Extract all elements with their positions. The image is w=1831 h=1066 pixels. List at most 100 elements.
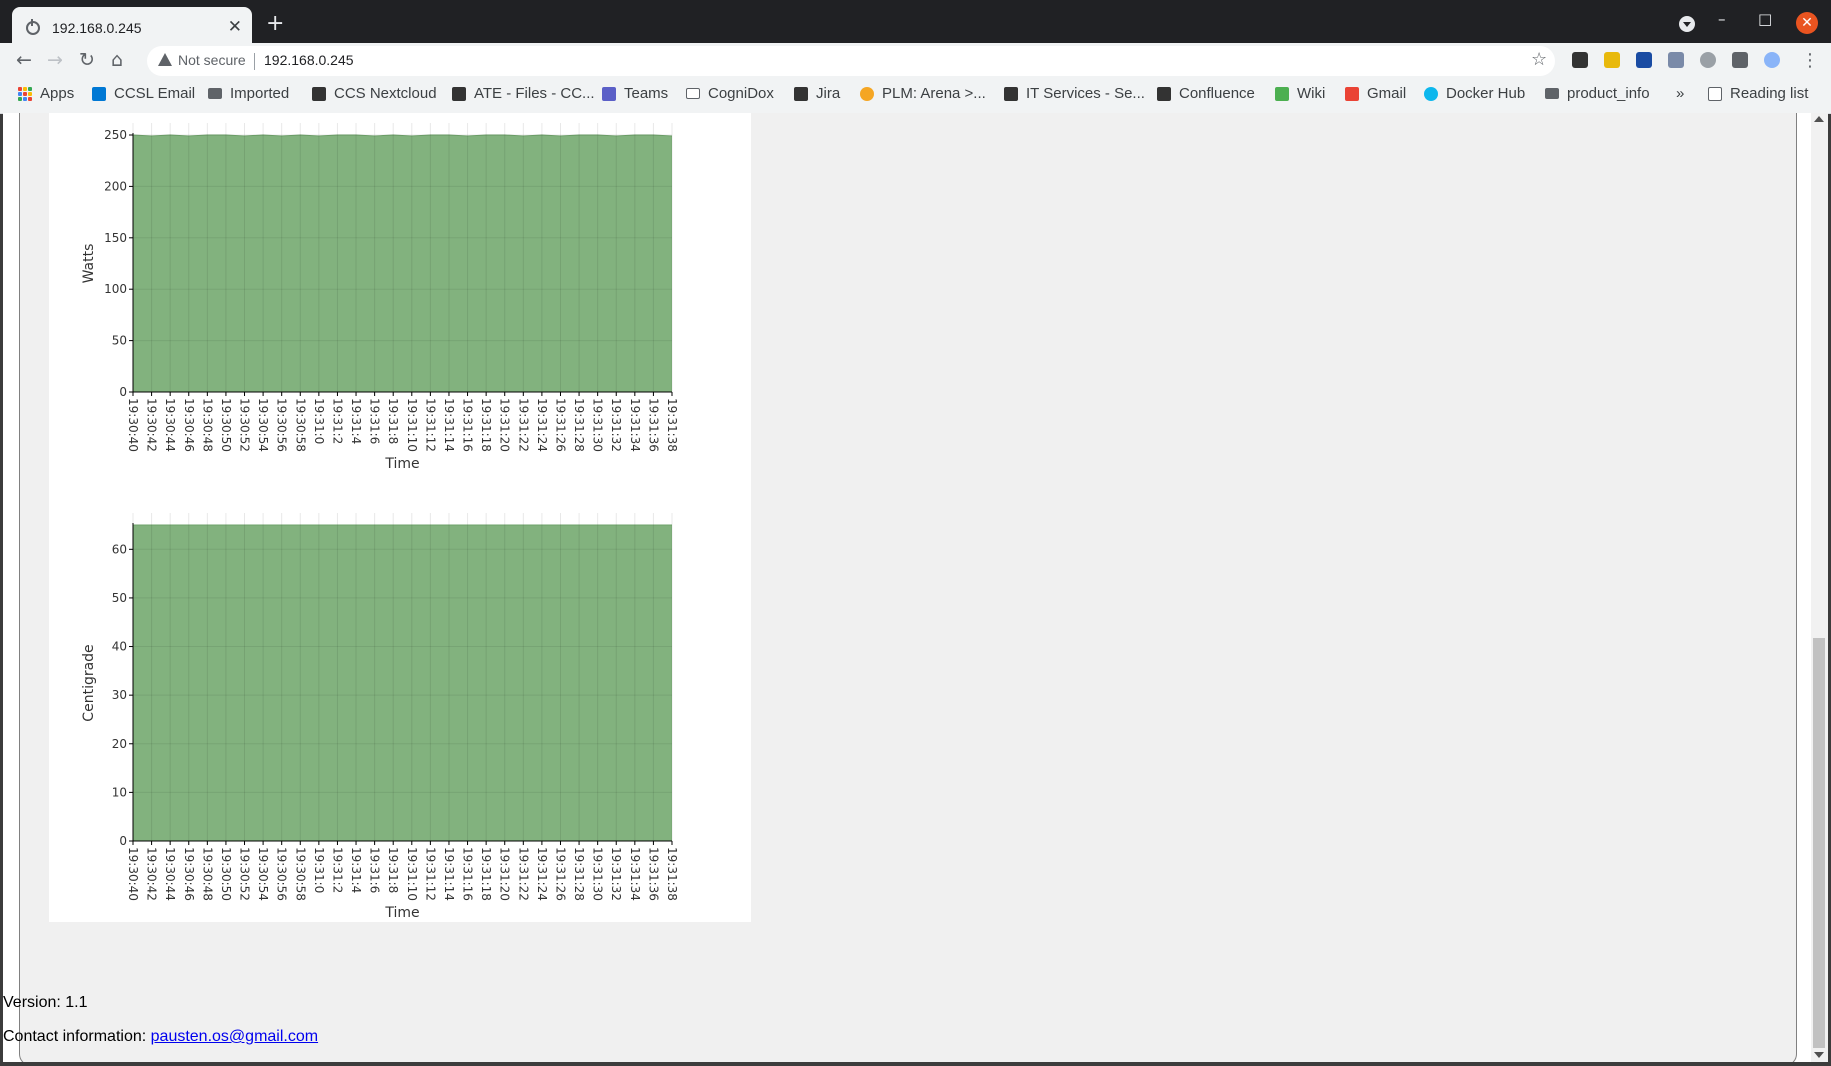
x-tick-label: 19:31:2 — [330, 847, 344, 893]
x-tick-label: 19:31:8 — [386, 398, 400, 444]
y-tick-label: 30 — [112, 688, 127, 702]
y-tick-label: 50 — [112, 334, 127, 348]
new-tab-button[interactable]: + — [266, 12, 284, 36]
extension-puzzle-box-icon[interactable] — [1668, 52, 1684, 68]
bookmark-jira[interactable]: Jira — [794, 85, 840, 102]
bookmark-teams[interactable]: Teams — [602, 85, 668, 102]
security-label[interactable]: Not secure — [178, 52, 246, 68]
home-button[interactable]: ⌂ — [111, 48, 123, 72]
reading-list-button[interactable]: Reading list — [1708, 85, 1808, 102]
x-tick-label: 19:30:54 — [256, 398, 270, 452]
extension-broom-icon[interactable] — [1604, 52, 1620, 68]
x-tick-label: 19:31:0 — [312, 847, 326, 893]
x-tick-label: 19:31:32 — [609, 847, 623, 901]
x-tick-label: 19:30:58 — [293, 398, 307, 452]
power-chart: 0 50 100 150 200 250 19:30:40 19:30:42 19:30:44 1… — [81, 123, 679, 472]
bookmark-plm-arena[interactable]: PLM: Arena >... — [860, 85, 986, 102]
x-tick-label: 19:31:10 — [405, 398, 419, 452]
x-tick-label: 19:30:50 — [219, 847, 233, 901]
folder-outline-icon — [686, 88, 700, 99]
gmail-icon — [1345, 86, 1359, 101]
reload-button[interactable]: ↻ — [79, 48, 95, 72]
x-tick-label: 19:31:2 — [330, 398, 344, 444]
bookmark-imported[interactable]: Imported — [208, 85, 289, 102]
x-tick-label: 19:31:24 — [535, 847, 549, 901]
x-tick-label: 19:31:4 — [349, 398, 363, 444]
x-tick-label: 19:30:46 — [182, 398, 196, 452]
contact-email-link[interactable]: pausten.os@gmail.com — [151, 1028, 318, 1045]
area-series — [133, 525, 672, 841]
minimize-button[interactable]: – — [1718, 10, 1726, 28]
back-button[interactable]: ← — [16, 48, 32, 72]
more-bookmarks-button[interactable]: » — [1676, 85, 1684, 102]
bookmark-ccs-nextcloud[interactable]: CCS Nextcloud — [312, 85, 437, 102]
x-tick-label: 19:31:16 — [461, 847, 475, 901]
close-window-button[interactable]: ✕ — [1796, 12, 1818, 34]
x-tick-label: 19:31:26 — [553, 398, 567, 452]
tab-search-icon[interactable] — [1679, 16, 1695, 32]
x-tick-label: 19:31:22 — [516, 398, 530, 452]
temperature-chart: 0 10 20 30 40 50 60 19:30:40 19:30:42 19:30:44 19:… — [81, 513, 679, 921]
warning-icon — [158, 53, 172, 66]
forward-button[interactable]: → — [47, 48, 63, 72]
docker-icon — [1424, 86, 1438, 101]
x-tick-label: 19:30:52 — [238, 398, 252, 452]
x-tick-label: 19:30:48 — [200, 847, 214, 901]
x-tick-label: 19:31:16 — [461, 398, 475, 452]
version-text: Version: 1.1 — [3, 994, 88, 1011]
bookmark-wiki[interactable]: Wiki — [1275, 85, 1325, 102]
bookmark-it-services[interactable]: IT Services - Se... — [1004, 85, 1145, 102]
bookmark-ccsl-email[interactable]: CCSL Email — [92, 85, 195, 102]
maximize-button[interactable]: □ — [1758, 10, 1772, 28]
scroll-down-arrow-icon[interactable] — [1814, 1052, 1824, 1058]
profile-avatar-icon[interactable] — [1764, 52, 1780, 68]
y-tick-label: 0 — [119, 834, 127, 848]
x-tick-label: 19:31:4 — [349, 847, 363, 893]
bookmark-apps[interactable]: Apps — [18, 85, 74, 102]
divider — [254, 53, 255, 70]
extension-pinwheel-icon[interactable] — [1572, 52, 1588, 68]
scrollbar-thumb[interactable] — [1813, 638, 1825, 1048]
x-tick-label: 19:31:38 — [665, 847, 679, 901]
y-tick-label: 60 — [112, 542, 127, 556]
contact-label: Contact information: — [3, 1028, 147, 1045]
x-tick-label: 19:30:58 — [293, 847, 307, 901]
x-tick-label: 19:31:6 — [368, 398, 382, 444]
bookmark-star-icon[interactable]: ☆ — [1531, 49, 1547, 70]
x-tick-label: 19:30:46 — [182, 847, 196, 901]
x-tick-label: 19:31:38 — [665, 398, 679, 452]
outlook-icon — [92, 86, 106, 101]
teams-icon — [602, 86, 616, 101]
x-tick-label: 19:31:28 — [572, 398, 586, 452]
address-bar[interactable] — [147, 46, 1555, 76]
url-text[interactable]: 192.168.0.245 — [264, 52, 354, 68]
x-tick-label: 19:30:42 — [145, 398, 159, 452]
x-tick-label: 19:31:20 — [498, 847, 512, 901]
x-tick-label: 19:31:34 — [628, 398, 642, 452]
bookmark-ate-files[interactable]: ATE - Files - CC... — [452, 85, 595, 102]
extension-chart-icon[interactable] — [1636, 52, 1652, 68]
x-tick-label: 19:31:30 — [591, 847, 605, 901]
y-tick-label: 100 — [104, 282, 127, 296]
scroll-up-arrow-icon[interactable] — [1814, 116, 1824, 122]
folder-icon — [1545, 88, 1559, 99]
close-tab-icon[interactable]: ✕ — [228, 18, 242, 36]
x-tick-label: 19:31:34 — [628, 847, 642, 901]
bookmark-docker-hub[interactable]: Docker Hub — [1424, 85, 1525, 102]
menu-kebab-icon[interactable]: ⋮ — [1801, 49, 1819, 73]
x-tick-label: 19:31:22 — [516, 847, 530, 901]
extensions-puzzle-icon[interactable] — [1732, 52, 1748, 68]
y-tick-label: 200 — [104, 179, 127, 193]
x-tick-label: 19:30:50 — [219, 398, 233, 452]
bookmark-product-info[interactable]: product_info — [1545, 85, 1650, 102]
x-tick-label: 19:30:54 — [256, 847, 270, 901]
x-tick-label: 19:31:18 — [479, 398, 493, 452]
y-tick-label: 40 — [112, 640, 127, 654]
x-tick-label: 19:31:14 — [442, 398, 456, 452]
bookmark-confluence[interactable]: Confluence — [1157, 85, 1255, 102]
bookmark-gmail[interactable]: Gmail — [1345, 85, 1406, 102]
y-tick-label: 50 — [112, 591, 127, 605]
jira-icon — [794, 86, 808, 101]
extension-refresh-icon[interactable] — [1700, 52, 1716, 68]
bookmark-cognidox[interactable]: CogniDox — [686, 85, 774, 102]
